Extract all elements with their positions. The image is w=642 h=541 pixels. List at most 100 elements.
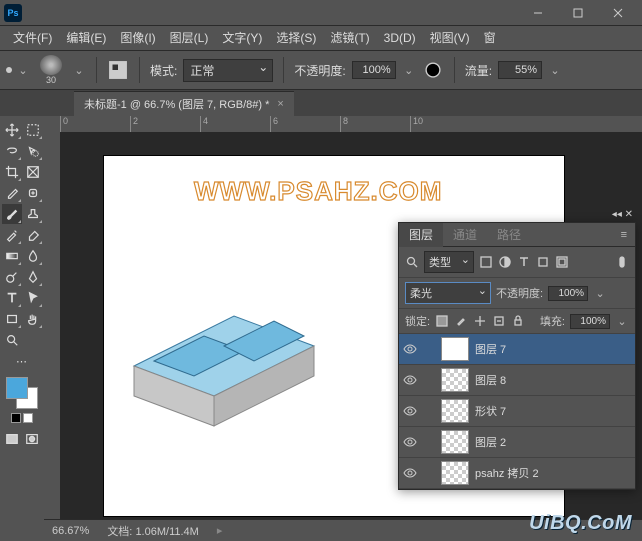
zoom-tool[interactable] <box>2 330 22 350</box>
filter-adjust-icon[interactable] <box>498 255 512 269</box>
layer-name[interactable]: 图层 8 <box>475 372 506 388</box>
swap-colors-icon[interactable] <box>23 413 33 423</box>
filter-toggle-icon[interactable] <box>615 255 629 269</box>
status-menu-icon[interactable]: ▸ <box>217 524 223 537</box>
visibility-toggle-icon[interactable] <box>403 466 417 480</box>
menu-file[interactable]: 文件(F) <box>6 26 59 50</box>
color-swatches[interactable] <box>6 377 38 409</box>
brush-dropdown-icon[interactable]: ⌄ <box>72 64 86 77</box>
menu-3d[interactable]: 3D(D) <box>377 26 423 50</box>
tool-preset-picker[interactable]: ⌄ <box>6 64 30 77</box>
layer-row[interactable]: 图层 7 <box>399 334 635 365</box>
blend-mode-select[interactable]: 正常 <box>183 59 273 82</box>
menu-layer[interactable]: 图层(L) <box>163 26 216 50</box>
crop-tool[interactable] <box>2 162 22 182</box>
layer-opacity-input[interactable]: 100% <box>548 286 588 301</box>
panel-collapse-icon[interactable]: ◂◂ ✕ <box>612 209 633 220</box>
filter-shape-icon[interactable] <box>536 255 550 269</box>
menu-filter[interactable]: 滤镜(T) <box>323 26 376 50</box>
history-brush-tool[interactable] <box>2 225 22 245</box>
visibility-toggle-icon[interactable] <box>403 435 417 449</box>
menu-view[interactable]: 视图(V) <box>423 26 477 50</box>
filter-type-icon[interactable] <box>517 255 531 269</box>
eyedropper-tool[interactable] <box>2 183 22 203</box>
layers-panel[interactable]: ◂◂ ✕ 图层 通道 路径 ≡ 类型 柔光 不透明度: 100% ⌄ 锁定: 填… <box>398 222 636 490</box>
layer-thumbnail[interactable] <box>441 337 469 361</box>
opacity-input[interactable]: 100% <box>352 61 396 79</box>
tab-layers[interactable]: 图层 <box>399 223 443 247</box>
close-tab-icon[interactable]: × <box>277 98 283 110</box>
layer-row[interactable]: 图层 8 <box>399 365 635 396</box>
layer-name[interactable]: psahz 拷贝 2 <box>475 465 539 481</box>
filter-pixel-icon[interactable] <box>479 255 493 269</box>
zoom-level[interactable]: 66.67% <box>52 525 89 537</box>
type-tool[interactable] <box>2 288 22 308</box>
minimize-button[interactable] <box>518 1 558 25</box>
maximize-button[interactable] <box>558 1 598 25</box>
layer-filter-select[interactable]: 类型 <box>424 251 474 273</box>
frame-tool[interactable] <box>23 162 43 182</box>
opacity-chevron-icon[interactable]: ⌄ <box>402 64 416 77</box>
flow-input[interactable]: 55% <box>498 61 542 79</box>
lock-artboard-icon[interactable] <box>492 314 506 328</box>
visibility-toggle-icon[interactable] <box>403 404 417 418</box>
quickmask-mode-icon[interactable] <box>23 431 41 447</box>
layer-thumbnail[interactable] <box>441 461 469 485</box>
brush-preset-picker[interactable]: 30 <box>36 55 66 85</box>
menu-edit[interactable]: 编辑(E) <box>59 26 113 50</box>
close-button[interactable] <box>598 1 638 25</box>
healing-tool[interactable] <box>23 183 43 203</box>
layer-name[interactable]: 图层 7 <box>475 341 506 357</box>
flow-chevron-icon[interactable]: ⌄ <box>548 64 562 77</box>
layer-blend-mode-select[interactable]: 柔光 <box>405 282 491 304</box>
layer-thumbnail[interactable] <box>441 399 469 423</box>
standard-mode-icon[interactable] <box>3 431 21 447</box>
stamp-tool[interactable] <box>23 204 43 224</box>
default-colors-icon[interactable] <box>11 413 21 423</box>
foreground-color-swatch[interactable] <box>6 377 28 399</box>
layer-row[interactable]: psahz 拷贝 2 <box>399 458 635 489</box>
fill-chevron[interactable]: ⌄ <box>615 315 629 328</box>
panel-menu-icon[interactable]: ≡ <box>613 229 635 241</box>
pen-tool[interactable] <box>23 267 43 287</box>
brush-tool[interactable] <box>2 204 22 224</box>
ruler-origin[interactable] <box>44 116 60 132</box>
lock-position-icon[interactable] <box>473 314 487 328</box>
menu-window[interactable]: 窗 <box>477 26 503 50</box>
more-tools[interactable]: ⋯ <box>2 351 42 371</box>
menu-image[interactable]: 图像(I) <box>113 26 162 50</box>
quick-select-tool[interactable] <box>23 141 43 161</box>
search-icon[interactable] <box>405 255 419 269</box>
eraser-tool[interactable] <box>23 225 43 245</box>
layer-row[interactable]: 图层 2 <box>399 427 635 458</box>
layer-thumbnail[interactable] <box>441 368 469 392</box>
lock-paint-icon[interactable] <box>454 314 468 328</box>
horizontal-ruler[interactable]: 0246810 <box>60 116 642 132</box>
move-tool[interactable] <box>2 120 22 140</box>
blur-tool[interactable] <box>23 246 43 266</box>
layer-name[interactable]: 图层 2 <box>475 434 506 450</box>
document-tab[interactable]: 未标题-1 @ 66.7% (图层 7, RGB/8#) * × <box>74 91 294 116</box>
visibility-toggle-icon[interactable] <box>403 373 417 387</box>
visibility-toggle-icon[interactable] <box>403 342 417 356</box>
layer-thumbnail[interactable] <box>441 430 469 454</box>
layer-row[interactable]: 形状 7 <box>399 396 635 427</box>
fill-input[interactable]: 100% <box>570 314 610 329</box>
marquee-tool[interactable] <box>23 120 43 140</box>
lasso-tool[interactable] <box>2 141 22 161</box>
lock-transparency-icon[interactable] <box>435 314 449 328</box>
menu-type[interactable]: 文字(Y) <box>215 26 269 50</box>
tab-channels[interactable]: 通道 <box>443 223 487 247</box>
pressure-opacity-icon[interactable] <box>422 59 444 81</box>
layer-name[interactable]: 形状 7 <box>475 403 506 419</box>
rectangle-tool[interactable] <box>2 309 22 329</box>
layer-opacity-chevron[interactable]: ⌄ <box>593 287 607 300</box>
gradient-tool[interactable] <box>2 246 22 266</box>
brush-panel-toggle-icon[interactable] <box>107 59 129 81</box>
filter-smart-icon[interactable] <box>555 255 569 269</box>
menu-select[interactable]: 选择(S) <box>269 26 323 50</box>
lock-all-icon[interactable] <box>511 314 525 328</box>
dodge-tool[interactable] <box>2 267 22 287</box>
vertical-ruler[interactable] <box>44 132 60 519</box>
tab-paths[interactable]: 路径 <box>487 223 531 247</box>
